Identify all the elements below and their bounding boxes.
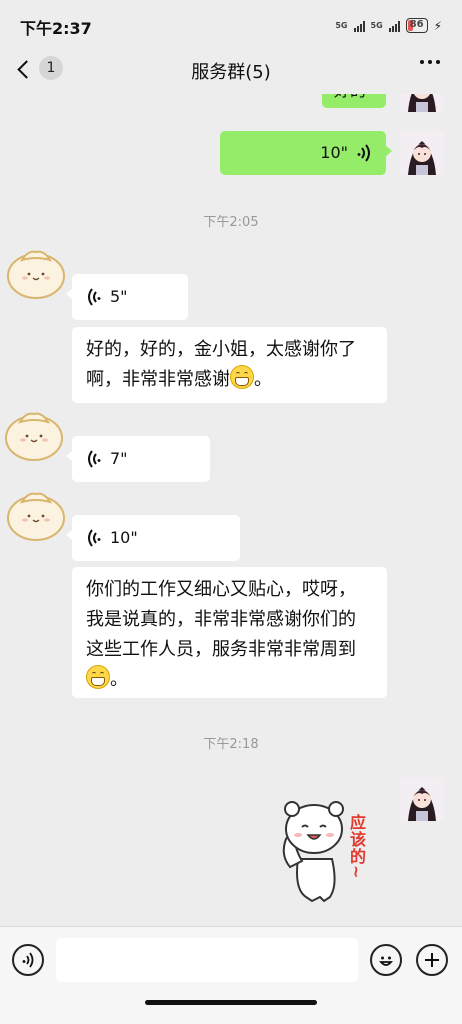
home-indicator[interactable]	[145, 1000, 317, 1005]
voice-message-contact[interactable]: 7"	[66, 436, 210, 482]
status-icons: 5G 5G 86 ⚡	[335, 18, 442, 33]
contact-avatar[interactable]	[6, 484, 66, 544]
timestamp: 下午2:18	[203, 737, 259, 752]
voice-icon	[88, 450, 101, 468]
voice-message-self[interactable]: 10"	[220, 131, 392, 175]
voice-message-contact[interactable]: 5"	[66, 274, 188, 320]
message-bubble-self-partial[interactable]: 好的	[322, 94, 386, 108]
more-icon[interactable]	[420, 60, 440, 64]
voice-duration: 5"	[110, 287, 128, 306]
signal-icon	[353, 20, 365, 32]
message-period: 。	[110, 669, 128, 690]
chat-title: 服务群(5)	[191, 62, 271, 83]
text-message-contact[interactable]: 你们的工作又细心又贴心，哎呀，我是说真的，非常非常感谢你们的这些工作人员，服务非…	[72, 567, 387, 698]
contact-avatar[interactable]	[6, 242, 66, 302]
emoji-icon	[379, 956, 393, 966]
charging-icon: ⚡	[433, 18, 442, 33]
nav-bar: 1 服务群(5)	[0, 48, 462, 94]
message-text: 你们的工作又细心又贴心，哎呀，我是说真的，非常非常感谢你们的这些工作人员，服务非…	[86, 579, 356, 660]
voice-duration: 10"	[110, 528, 138, 547]
self-avatar[interactable]	[400, 94, 444, 112]
plus-icon	[425, 953, 439, 967]
voice-icon	[357, 144, 370, 162]
timestamp: 下午2:05	[203, 215, 259, 230]
message-input[interactable]	[56, 938, 358, 982]
message-period: 。	[254, 369, 272, 390]
chat-area[interactable]: 好的 10" 下午2:05 5" 好的，好的，金小姐，太感谢你了啊，非常非常感谢…	[0, 94, 462, 926]
battery-level: 86	[409, 19, 424, 30]
message-text: 好的，好的，金小姐，太感谢你了啊，非常非常感谢	[86, 339, 356, 390]
status-bar: 下午2:37 5G 5G 86 ⚡	[0, 0, 462, 48]
emoji-button[interactable]	[370, 944, 402, 976]
bear-sticker-icon	[282, 801, 344, 903]
voice-duration: 10"	[320, 143, 348, 162]
voice-duration: 7"	[110, 449, 128, 468]
voice-icon	[88, 288, 101, 306]
self-avatar[interactable]	[400, 131, 444, 175]
self-avatar[interactable]	[400, 777, 444, 821]
bear-sticker[interactable]	[268, 789, 388, 909]
voice-icon	[22, 952, 34, 968]
more-functions-button[interactable]	[416, 944, 448, 976]
battery-icon: 86	[405, 18, 428, 33]
message-text: 好的	[322, 94, 386, 114]
contact-avatar[interactable]	[4, 404, 64, 464]
status-time: 下午2:37	[20, 19, 92, 38]
grin-emoji-icon	[230, 365, 254, 389]
grin-emoji-icon	[86, 665, 110, 689]
sticker-caption: 应该的~	[347, 814, 366, 880]
input-bar	[0, 926, 462, 1024]
voice-icon	[88, 529, 101, 547]
voice-input-button[interactable]	[12, 944, 44, 976]
signal-icon-2	[388, 20, 400, 32]
voice-message-contact[interactable]: 10"	[66, 515, 240, 561]
text-message-contact[interactable]: 好的，好的，金小姐，太感谢你了啊，非常非常感谢。	[72, 327, 387, 403]
network-label-2: 5G	[370, 21, 383, 30]
network-label-1: 5G	[335, 21, 348, 30]
